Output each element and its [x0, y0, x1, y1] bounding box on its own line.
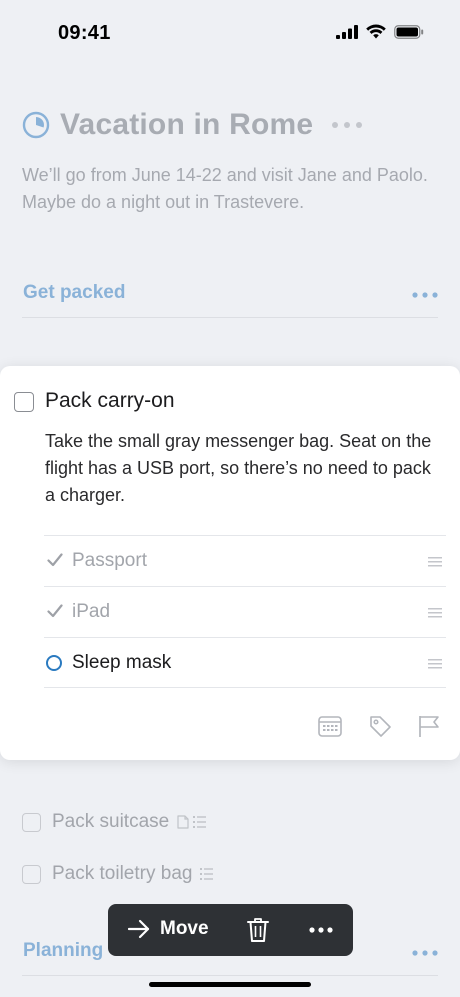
wifi-icon: [366, 24, 386, 39]
checklist-icon: [193, 816, 207, 828]
checklist-item[interactable]: Sleep mask: [44, 637, 446, 688]
checkmark-icon[interactable]: [47, 553, 63, 567]
task-checkbox[interactable]: [14, 392, 34, 412]
status-time: 09:41: [58, 22, 111, 44]
calendar-icon[interactable]: [318, 714, 342, 738]
more-icon[interactable]: [412, 292, 438, 298]
flag-icon[interactable]: [418, 714, 440, 738]
trash-icon[interactable]: [247, 917, 269, 943]
progress-pie-icon: [22, 111, 50, 139]
task-label: Pack toiletry bag: [52, 863, 193, 884]
task-row[interactable]: Pack suitcase: [22, 807, 207, 837]
section-label: Planning: [23, 940, 104, 961]
cellular-signal-icon: [336, 24, 358, 39]
checklist: Passport iPad Sleep mask: [44, 535, 446, 688]
task-title[interactable]: Pack carry-on: [45, 389, 175, 413]
checkmark-icon[interactable]: [47, 604, 63, 618]
note-icon: [177, 815, 189, 829]
more-icon[interactable]: [309, 927, 333, 933]
status-bar: 09:41: [0, 0, 460, 70]
checklist-item-label: Passport: [72, 550, 147, 571]
checklist-icon: [200, 868, 214, 880]
task-meta: [177, 815, 207, 829]
task-notes[interactable]: Take the small gray messenger bag. Seat …: [45, 428, 445, 509]
task-meta: [200, 868, 214, 880]
project-title[interactable]: Vacation in Rome: [60, 108, 313, 142]
checklist-item[interactable]: Passport: [44, 535, 446, 586]
project-header: Vacation in Rome We’ll go from June 14-2…: [22, 108, 442, 216]
project-title-row: Vacation in Rome: [22, 108, 442, 142]
arrow-right-icon: [128, 919, 150, 939]
action-bar: Move: [108, 904, 353, 956]
battery-icon: [394, 24, 424, 39]
more-icon[interactable]: [412, 950, 438, 956]
move-button[interactable]: Move: [128, 918, 209, 940]
empty-circle-icon[interactable]: [46, 655, 62, 671]
checklist-item-label: Sleep mask: [72, 652, 172, 673]
status-icons: [336, 24, 424, 39]
project-notes[interactable]: We’ll go from June 14-22 and visit Jane …: [22, 162, 432, 216]
home-indicator: [149, 982, 311, 987]
more-icon[interactable]: [331, 121, 363, 129]
move-label: Move: [160, 918, 209, 939]
checklist-item[interactable]: iPad: [44, 586, 446, 637]
task-label: Pack suitcase: [52, 811, 170, 832]
task-checkbox[interactable]: [22, 812, 41, 832]
drag-handle-icon[interactable]: [428, 659, 442, 669]
task-checkbox[interactable]: [22, 864, 41, 884]
section-label: Get packed: [23, 282, 126, 303]
task-row[interactable]: Pack toiletry bag: [22, 859, 214, 889]
tag-icon[interactable]: [368, 714, 392, 738]
checklist-item-label: iPad: [72, 601, 111, 622]
drag-handle-icon[interactable]: [428, 608, 442, 618]
drag-handle-icon[interactable]: [428, 557, 442, 567]
section-heading-get-packed[interactable]: Get packed: [22, 268, 438, 318]
